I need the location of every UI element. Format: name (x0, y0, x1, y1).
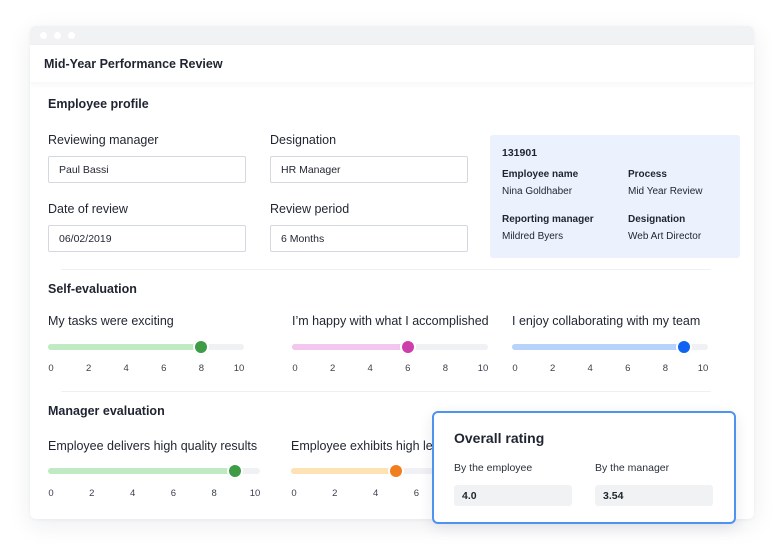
date-of-review-label: Date of review (48, 202, 128, 216)
reviewing-manager-label: Reviewing manager (48, 133, 159, 147)
review-period-label: Review period (270, 202, 350, 216)
slider-label: Employee exhibits high le (291, 439, 432, 453)
section-title-manager-evaluation: Manager evaluation (48, 404, 165, 418)
slider-tick-label: 6 (625, 363, 631, 374)
slider-tick-label: 4 (372, 488, 379, 499)
by-manager-value: 3.54 (595, 485, 713, 506)
slider-tick-label: 0 (291, 488, 297, 499)
section-title-self-evaluation: Self-evaluation (48, 282, 137, 296)
process-key: Process (628, 169, 667, 180)
slider-tick-label: 10 (697, 363, 709, 374)
by-employee-label: By the employee (454, 462, 533, 474)
section-divider (61, 269, 711, 270)
slider-tick-label: 8 (211, 488, 217, 499)
slider-tick-label: 8 (442, 363, 449, 374)
window-dot-icon[interactable] (40, 32, 47, 39)
reporting-manager-key: Reporting manager (502, 214, 594, 225)
rating-slider[interactable] (48, 341, 244, 353)
slider-label: I’m happy with what I accomplished (292, 314, 489, 328)
page-title: Mid-Year Performance Review (30, 45, 754, 82)
rating-slider[interactable] (292, 341, 488, 353)
slider-scale: 0 2 4 6 8 10 (292, 363, 488, 375)
slider-thumb[interactable] (195, 341, 208, 353)
window-dot-icon[interactable] (54, 32, 61, 39)
review-period-input[interactable]: 6 Months (270, 225, 468, 252)
by-manager-label: By the manager (595, 462, 670, 474)
slider-fill (48, 468, 235, 474)
slider-tick-label: 0 (48, 363, 54, 374)
slider-tick-label: 0 (512, 363, 518, 374)
slider-thumb[interactable] (390, 465, 402, 477)
card-designation-key: Designation (628, 214, 686, 225)
slider-label: I enjoy collaborating with my team (512, 314, 701, 328)
slider-tick-label: 6 (161, 363, 167, 374)
slider-label: My tasks were exciting (48, 314, 174, 328)
slider-thumb[interactable] (228, 465, 241, 477)
designation-input[interactable]: HR Manager (270, 156, 468, 183)
date-of-review-input[interactable]: 06/02/2019 (48, 225, 246, 252)
slider-thumb[interactable] (401, 341, 414, 353)
by-employee-value: 4.0 (454, 485, 572, 506)
slider-tick-label: 10 (477, 363, 489, 374)
slider-tick-label: 2 (329, 363, 336, 374)
slider-scale: 0 2 4 6 8 10 (48, 363, 244, 375)
slider-tick-label: 2 (85, 363, 92, 374)
employee-info-card: 131901 Employee name Nina Goldhaber Proc… (490, 135, 740, 258)
slider-fill (48, 344, 202, 350)
slider-fill (292, 344, 408, 350)
slider-scale: 0 2 4 6 8 10 (48, 488, 260, 500)
window-titlebar (30, 26, 754, 45)
rating-slider[interactable] (512, 341, 708, 353)
slider-fill (512, 344, 685, 350)
slider-fill (291, 468, 396, 474)
section-divider (61, 391, 711, 392)
slider-tick-label: 0 (292, 363, 298, 374)
employee-name-value: Nina Goldhaber (502, 186, 573, 197)
rating-slider[interactable] (48, 465, 260, 477)
slider-thumb[interactable] (678, 341, 691, 353)
slider-tick-label: 6 (405, 363, 411, 374)
employee-name-key: Employee name (502, 169, 579, 180)
slider-tick-label: 0 (48, 488, 54, 499)
window-dot-icon[interactable] (68, 32, 75, 39)
slider-tick-label: 4 (129, 488, 136, 499)
section-title-employee-profile: Employee profile (48, 97, 149, 111)
overall-rating-card: Overall rating By the employee 4.0 By th… (432, 411, 736, 524)
slider-tick-label: 10 (249, 488, 261, 499)
slider-tick-label: 6 (170, 488, 177, 499)
slider-tick-label: 2 (549, 363, 556, 374)
slider-tick-label: 10 (233, 363, 245, 374)
card-designation-value: Web Art Director (628, 231, 702, 242)
slider-tick-label: 4 (367, 363, 373, 374)
slider-tick-label: 4 (123, 363, 129, 374)
slider-scale: 0 2 4 6 8 10 (512, 363, 708, 375)
designation-label: Designation (270, 133, 337, 147)
process-value: Mid Year Review (628, 186, 703, 197)
slider-label: Employee delivers high quality results (48, 439, 258, 453)
overall-rating-title: Overall rating (454, 430, 545, 446)
reviewing-manager-input[interactable]: Paul Bassi (48, 156, 246, 183)
employee-id: 131901 (502, 147, 538, 159)
slider-tick-label: 8 (662, 363, 669, 374)
slider-tick-label: 2 (89, 488, 95, 499)
reporting-manager-value: Mildred Byers (502, 231, 564, 242)
slider-tick-label: 6 (413, 488, 420, 499)
slider-tick-label: 2 (332, 488, 338, 499)
slider-tick-label: 8 (198, 363, 205, 374)
slider-tick-label: 4 (587, 363, 593, 374)
